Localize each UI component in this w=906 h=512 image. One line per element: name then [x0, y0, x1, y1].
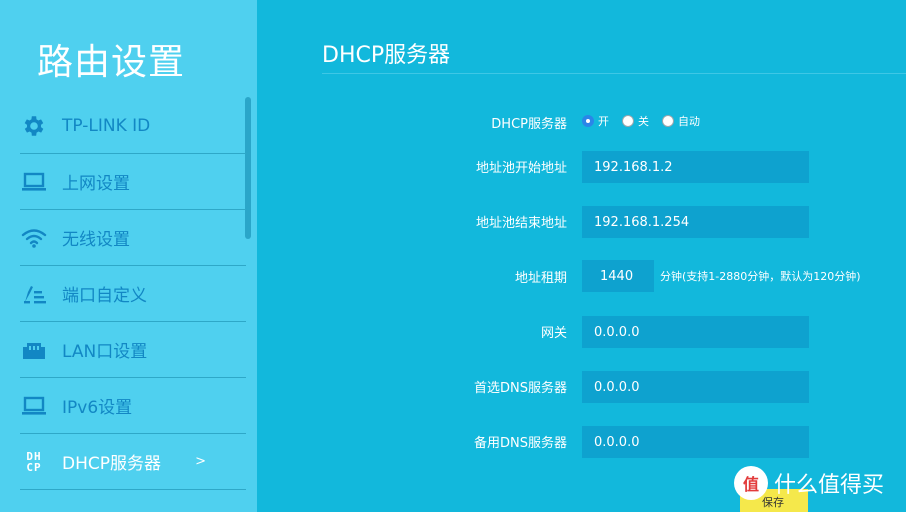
secondary-dns-input[interactable] — [582, 426, 809, 458]
dhcp-server-radio-group: 开 关 自动 — [582, 113, 713, 129]
pool-end-input[interactable] — [582, 206, 809, 238]
pool-start-input[interactable] — [582, 151, 809, 183]
sidebar-item-tp-link-id[interactable]: TP-LINK ID — [20, 98, 246, 154]
radio-button[interactable] — [662, 115, 674, 127]
sidebar: 路由设置 TP-LINK ID 上网设置 无线设置 端口自定义 LAN口设置 I… — [0, 0, 257, 512]
gear-icon — [20, 112, 48, 140]
page-title: DHCP服务器 — [322, 43, 451, 68]
radio-button[interactable] — [622, 115, 634, 127]
sidebar-item-dhcp[interactable]: DH CP DHCP服务器 > — [20, 434, 246, 490]
radio-label: 开 — [598, 115, 609, 128]
sidebar-item-lan[interactable]: LAN口设置 — [20, 322, 246, 378]
gateway-input[interactable] — [582, 316, 809, 348]
sidebar-item-label: 上网设置 — [62, 174, 130, 194]
wifi-icon — [20, 224, 48, 252]
gateway-label: 网关 — [540, 326, 567, 341]
watermark-logo: 值 — [734, 466, 768, 500]
secondary-dns-label: 备用DNS服务器 — [474, 436, 567, 451]
watermark-logo-glyph: 值 — [742, 475, 759, 494]
primary-dns-input[interactable] — [582, 371, 809, 403]
pool-start-label: 地址池开始地址 — [475, 161, 567, 176]
lease-hint: 分钟(支持1-2880分钟，默认为120分钟) — [660, 270, 861, 283]
sidebar-item-label: IPv6设置 — [62, 398, 133, 418]
watermark-text: 什么值得买 — [774, 473, 885, 498]
radio-label: 自动 — [678, 115, 700, 128]
laptop-icon — [20, 392, 48, 420]
router-settings-page: 路由设置 TP-LINK ID 上网设置 无线设置 端口自定义 LAN口设置 I… — [0, 0, 906, 512]
lease-input[interactable] — [582, 260, 654, 292]
dhcp-radio-off[interactable]: 关 — [622, 113, 649, 129]
dhcp-icon-text-bottom: CP — [26, 460, 42, 474]
sidebar-item-label: LAN口设置 — [62, 342, 148, 362]
sidebar-item-internet[interactable]: 上网设置 — [20, 154, 246, 210]
watermark: 值 什么值得买 — [734, 466, 884, 500]
sidebar-title: 路由设置 — [37, 42, 186, 83]
sidebar-item-label: 端口自定义 — [62, 286, 147, 306]
dhcp-radio-on[interactable]: 开 — [582, 113, 609, 129]
sidebar-item-port-custom[interactable]: 端口自定义 — [20, 266, 246, 322]
sidebar-item-label: DHCP服务器 — [62, 454, 161, 474]
sidebar-item-ipv6[interactable]: IPv6设置 — [20, 378, 246, 434]
radio-label: 关 — [638, 115, 649, 128]
primary-dns-label: 首选DNS服务器 — [474, 381, 567, 396]
sidebar-item-wireless[interactable]: 无线设置 — [20, 210, 246, 266]
laptop-icon — [20, 168, 48, 196]
pool-end-label: 地址池结束地址 — [475, 216, 567, 231]
lease-label: 地址租期 — [514, 271, 567, 286]
radio-button-checked[interactable] — [582, 115, 594, 127]
dhcp-radio-auto[interactable]: 自动 — [662, 113, 700, 129]
dhcp-server-label: DHCP服务器 — [491, 117, 567, 132]
chevron-right-icon: > — [195, 454, 206, 469]
sidebar-item-label: TP-LINK ID — [62, 115, 151, 136]
dhcp-icon: DH CP — [20, 448, 48, 476]
edit-list-icon — [20, 280, 48, 308]
sidebar-item-label: 无线设置 — [62, 230, 130, 250]
ethernet-port-icon — [20, 336, 48, 364]
title-divider — [322, 73, 906, 74]
